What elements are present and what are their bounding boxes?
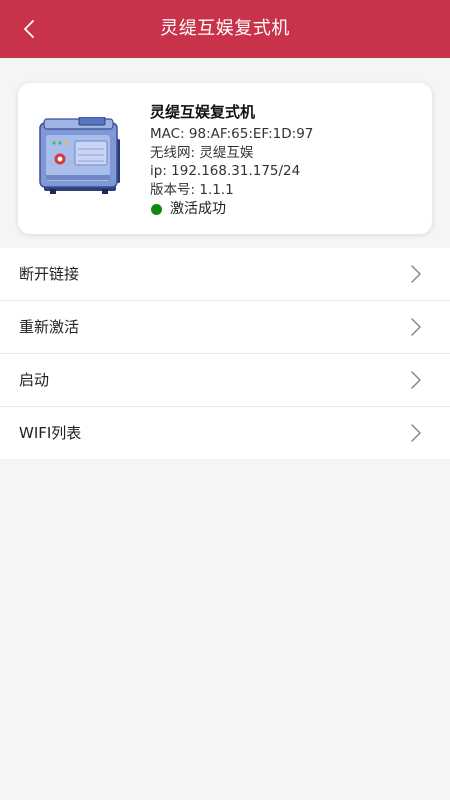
device-name: 灵缇互娱复式机 — [150, 103, 256, 121]
menu-item-label: 启动 — [19, 371, 50, 389]
status-text: 激活成功 — [170, 201, 226, 217]
device-info: 灵缇互娱复式机 MAC: 98:AF:65:EF:1D:97 无线网: 灵缇互娱… — [150, 103, 420, 219]
menu-item-start[interactable]: 启动 — [0, 354, 450, 407]
menu-item-reactivate[interactable]: 重新激活 — [0, 301, 450, 354]
activation-status: 激活成功 — [150, 200, 420, 219]
mac-address: MAC: 98:AF:65:EF:1D:97 — [150, 126, 314, 142]
chevron-right-icon — [411, 424, 421, 442]
device-card: 灵缇互娱复式机 MAC: 98:AF:65:EF:1D:97 无线网: 灵缇互娱… — [18, 83, 432, 234]
firmware-version: 版本号: 1.1.1 — [150, 181, 234, 198]
menu-item-label: WIFI列表 — [19, 424, 82, 442]
arcade-machine-icon — [39, 117, 120, 194]
wifi-network: 无线网: 灵缇互娱 — [150, 144, 254, 161]
chevron-right-icon — [411, 371, 421, 389]
status-dot-icon — [151, 204, 162, 215]
ip-address: ip: 192.168.31.175/24 — [150, 163, 301, 179]
chevron-right-icon — [411, 265, 421, 283]
menu-item-wifi-list[interactable]: WIFI列表 — [0, 407, 450, 459]
menu-item-label: 断开链接 — [19, 265, 80, 283]
action-menu: 断开链接 重新激活 启动 WIFI列表 — [0, 248, 450, 459]
title-bar: 灵缇互娱复式机 — [0, 0, 450, 58]
menu-item-label: 重新激活 — [19, 318, 80, 336]
page-title: 灵缇互娱复式机 — [160, 18, 290, 39]
menu-item-disconnect[interactable]: 断开链接 — [0, 248, 450, 301]
chevron-right-icon — [411, 318, 421, 336]
